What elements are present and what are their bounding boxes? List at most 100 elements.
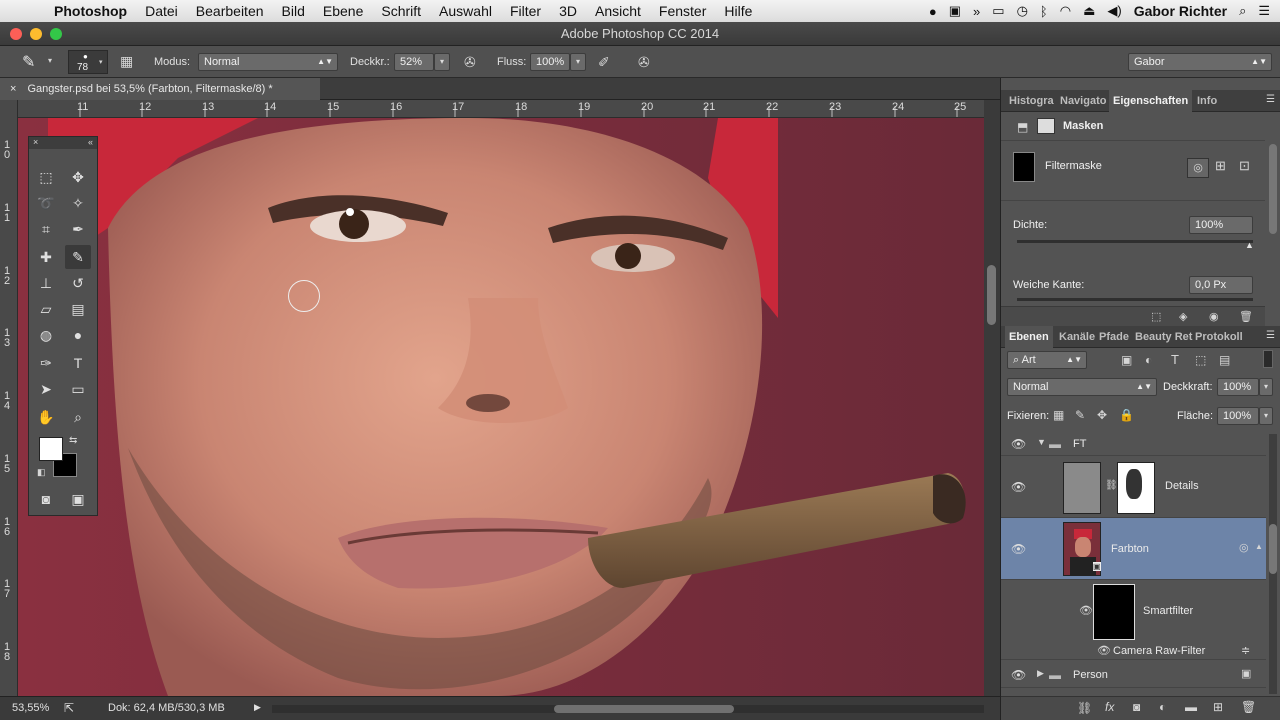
visibility-eye-icon[interactable]: 👁: [1011, 668, 1026, 682]
menu-bearbeiten[interactable]: Bearbeiten: [196, 3, 264, 19]
layers-scrollbar[interactable]: [1269, 434, 1277, 694]
zoom-tool-icon[interactable]: ⌕: [65, 405, 91, 429]
new-adjustment-layer-icon[interactable]: ◐: [1159, 700, 1166, 714]
filter-smart-object-icon[interactable]: ▤: [1219, 353, 1230, 367]
deckkr-dropdown-button[interactable]: ▾: [434, 53, 450, 71]
menu-schrift[interactable]: Schrift: [381, 3, 421, 19]
close-window-button[interactable]: [10, 28, 22, 40]
weiche-kante-input[interactable]: 0,0 Px: [1189, 276, 1253, 294]
quick-mask-icon[interactable]: ◙: [33, 487, 59, 511]
path-selection-tool-icon[interactable]: ➤: [33, 377, 59, 401]
quick-selection-tool-icon[interactable]: ✧: [65, 191, 91, 215]
dichte-input[interactable]: 100%: [1189, 216, 1253, 234]
lock-transparency-icon[interactable]: ▦: [1053, 408, 1064, 422]
toolbox-header[interactable]: × «: [29, 137, 97, 149]
airbrush-icon[interactable]: ✐: [598, 54, 610, 71]
blend-mode-select[interactable]: Normal ▲▼: [1007, 378, 1157, 396]
history-brush-tool-icon[interactable]: ↺: [65, 271, 91, 295]
lock-position-icon[interactable]: ✥: [1097, 408, 1107, 422]
select-mask-icon[interactable]: ◎: [1187, 158, 1209, 178]
default-colors-icon[interactable]: ◧: [37, 467, 46, 478]
tab-info[interactable]: Info: [1197, 90, 1217, 112]
pressure-size-icon[interactable]: ✇: [638, 54, 650, 71]
spotlight-icon[interactable]: ⌕: [1239, 3, 1246, 19]
crop-tool-icon[interactable]: ⌗: [33, 217, 59, 241]
gradient-tool-icon[interactable]: ▤: [65, 297, 91, 321]
move-tool-icon[interactable]: ✥: [65, 165, 91, 189]
horizontal-ruler[interactable]: 11 12 13 14 15 16 17 18 19 20 21 22 23 2…: [18, 100, 984, 118]
zoom-window-button[interactable]: [50, 28, 62, 40]
dichte-slider[interactable]: [1017, 240, 1253, 243]
menu-datei[interactable]: Datei: [145, 3, 178, 19]
menu-hilfe[interactable]: Hilfe: [724, 3, 752, 19]
flaeche-dropdown-button[interactable]: ▾: [1259, 407, 1273, 425]
filter-adjustment-icon[interactable]: ◐: [1145, 353, 1152, 367]
zoom-level[interactable]: 53,55%: [12, 702, 49, 714]
apply-mask-icon[interactable]: ◈: [1179, 310, 1187, 323]
visibility-eye-icon[interactable]: 👁: [1011, 542, 1026, 556]
pressure-opacity-icon[interactable]: ✇: [464, 54, 476, 71]
filter-pixel-icon[interactable]: ▣: [1121, 353, 1132, 367]
forward-icon[interactable]: »: [973, 4, 980, 19]
lock-pixels-icon[interactable]: ✎: [1075, 408, 1085, 422]
status-menu-arrow-icon[interactable]: ▶: [254, 702, 261, 713]
minimize-window-button[interactable]: [30, 28, 42, 40]
tab-histogramm[interactable]: Histogra: [1009, 90, 1054, 112]
fluss-dropdown-button[interactable]: ▾: [570, 53, 586, 71]
bluetooth-icon[interactable]: ᛒ: [1040, 4, 1048, 19]
collapse-toolbox-icon[interactable]: «: [88, 137, 93, 147]
menu-app-name[interactable]: Photoshop: [54, 3, 127, 19]
hand-tool-icon[interactable]: ✋: [33, 405, 59, 429]
layer-row-smartfilter[interactable]: 👁 Smartfilter: [1001, 580, 1266, 642]
blur-tool-icon[interactable]: ◍: [33, 323, 59, 347]
deckkraft-input[interactable]: 100%: [1217, 378, 1259, 396]
fluss-input[interactable]: 100%: [530, 53, 570, 71]
tab-eigenschaften[interactable]: Eigenschaften: [1109, 90, 1193, 112]
visibility-toggle-icon[interactable]: ◉: [1209, 310, 1219, 323]
collapse-effects-icon[interactable]: ▲: [1255, 542, 1263, 551]
filter-blending-options-icon[interactable]: ≑: [1241, 644, 1250, 657]
tab-pfade[interactable]: Pfade: [1099, 326, 1129, 348]
pixel-mask-icon[interactable]: ⬒: [1017, 120, 1028, 134]
clone-stamp-tool-icon[interactable]: ⊥: [33, 271, 59, 295]
dichte-slider-handle[interactable]: ▲: [1245, 240, 1254, 250]
eyedropper-tool-icon[interactable]: ✒: [65, 217, 91, 241]
vertical-scrollbar[interactable]: [984, 100, 1000, 696]
tab-beauty-retusche[interactable]: Beauty Ret: [1135, 326, 1192, 348]
deckkr-input[interactable]: 52%: [394, 53, 434, 71]
properties-panel-menu-icon[interactable]: ☰: [1266, 94, 1275, 105]
link-layers-icon[interactable]: ⛓: [1077, 701, 1092, 715]
layer-row-ft[interactable]: 👁 ▼ ▬ FT: [1001, 432, 1266, 456]
visibility-eye-icon[interactable]: 👁: [1011, 480, 1026, 494]
new-layer-icon[interactable]: ⊞: [1213, 700, 1223, 714]
flaeche-input[interactable]: 100%: [1217, 407, 1259, 425]
layer-row-farbton[interactable]: 👁 ▣ Farbton ◎ ▲: [1001, 518, 1266, 580]
status-icon[interactable]: ▣: [949, 3, 961, 19]
swap-colors-icon[interactable]: ⇆: [69, 435, 77, 446]
tab-navigator[interactable]: Navigato: [1060, 90, 1106, 112]
healing-brush-tool-icon[interactable]: ✚: [33, 245, 59, 269]
menu-ebene[interactable]: Ebene: [323, 3, 363, 19]
filter-mask-thumbnail[interactable]: [1093, 584, 1135, 640]
notification-icon[interactable]: ☰: [1258, 3, 1270, 19]
eraser-tool-icon[interactable]: ▱: [33, 297, 59, 321]
link-icon[interactable]: ⛓: [1105, 480, 1118, 491]
delete-layer-icon[interactable]: 🗑: [1241, 700, 1256, 714]
smart-filter-icon[interactable]: ◎: [1239, 541, 1249, 554]
type-tool-icon[interactable]: T: [65, 351, 91, 375]
vertical-scroll-thumb[interactable]: [987, 265, 996, 325]
layer-row-camera-raw-filter[interactable]: 👁 Camera Raw-Filter ≑: [1001, 642, 1266, 660]
layer-row-person[interactable]: 👁 ▶ ▬ Person ▣: [1001, 662, 1266, 688]
add-pixel-mask-icon[interactable]: ⊞: [1215, 158, 1226, 174]
filter-toggle-switch[interactable]: [1263, 350, 1273, 368]
screen-mode-icon[interactable]: ▣: [65, 487, 91, 511]
brush-preset-picker[interactable]: ● 78 ▾: [68, 50, 108, 74]
layer-filter-kind-select[interactable]: ⌕ Art ▲▼: [1007, 351, 1087, 369]
filter-type-icon[interactable]: T: [1171, 352, 1179, 367]
menu-ansicht[interactable]: Ansicht: [595, 3, 641, 19]
document-tab[interactable]: × Gangster.psd bei 53,5% (Farbton, Filte…: [0, 78, 320, 100]
tool-preset-arrow-icon[interactable]: ▾: [48, 56, 52, 65]
close-tab-icon[interactable]: ×: [10, 83, 16, 95]
weiche-kante-slider[interactable]: [1017, 298, 1253, 301]
menu-bild[interactable]: Bild: [282, 3, 305, 19]
